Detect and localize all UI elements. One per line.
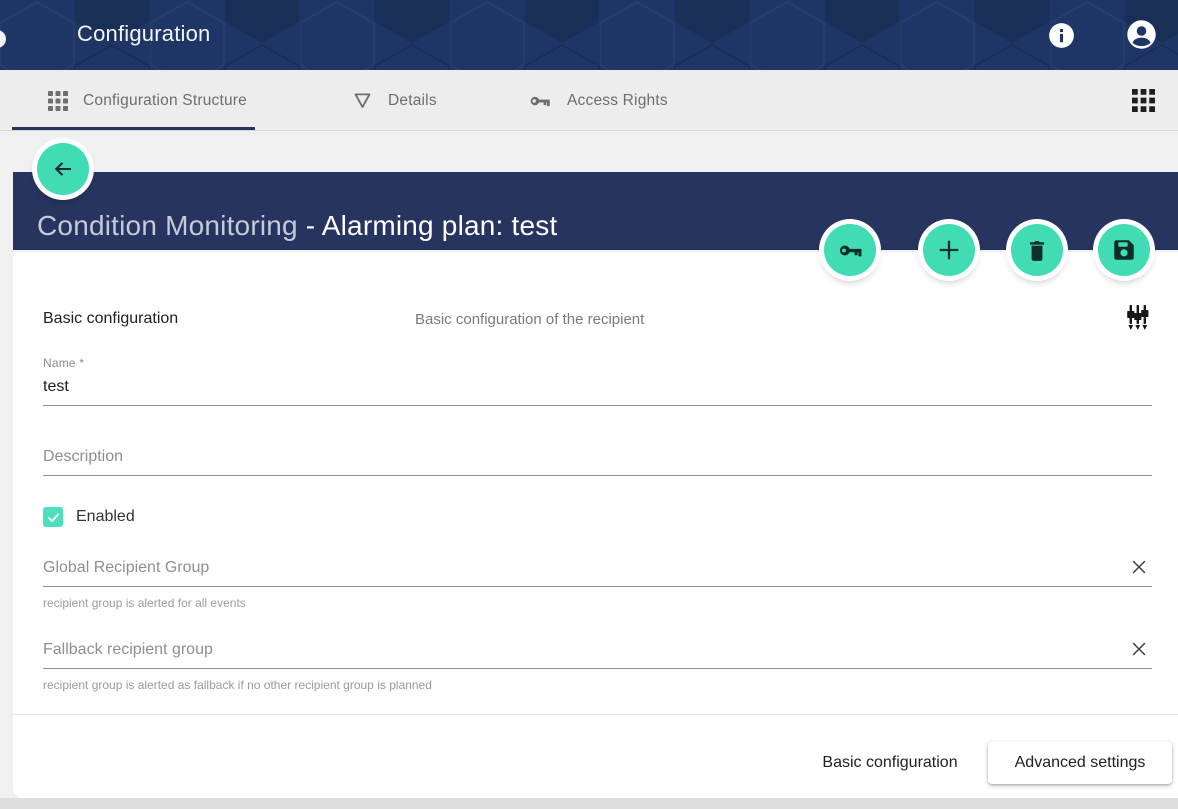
enabled-label: Enabled <box>76 508 135 526</box>
description-input[interactable] <box>43 448 1152 475</box>
global-recipient-group-input[interactable] <box>43 559 1122 586</box>
advanced-settings-button[interactable]: Advanced settings <box>988 741 1172 784</box>
info-button[interactable] <box>1048 22 1075 49</box>
configuration-card: Basic configuration Basic configuration … <box>13 252 1178 798</box>
key-icon <box>528 89 552 113</box>
tab-bar: Configuration Structure Details Access R… <box>0 70 1178 131</box>
apps-icon <box>1132 89 1155 112</box>
triangle-filter-icon <box>352 90 373 111</box>
fallback-recipient-group-field <box>43 640 1152 669</box>
grid-icon <box>48 91 68 111</box>
account-icon <box>1126 19 1157 50</box>
account-button[interactable] <box>1126 19 1157 50</box>
enabled-checkbox[interactable] <box>43 507 63 527</box>
section-header-band: Condition Monitoring - Alarming plan: te… <box>13 172 1178 250</box>
section-subtitle: Basic configuration of the recipient <box>415 311 644 328</box>
enabled-row: Enabled <box>43 507 135 527</box>
bottom-background-strip <box>0 798 1178 809</box>
tune-icon <box>1125 304 1150 331</box>
tab-details[interactable]: Details <box>352 70 437 131</box>
fallback-recipient-group-input[interactable] <box>43 641 1122 668</box>
active-tab-indicator <box>12 127 255 130</box>
basic-configuration-button[interactable]: Basic configuration <box>807 741 973 784</box>
fallback-recipient-group-helper: recipient group is alerted as fallback i… <box>43 678 432 692</box>
context-title-text: - Alarming plan: test <box>298 210 558 241</box>
advanced-filter-button[interactable] <box>1125 304 1150 331</box>
name-field-label: Name * <box>43 356 84 370</box>
add-fab[interactable] <box>923 224 975 276</box>
global-recipient-group-helper: recipient group is alerted for all event… <box>43 596 246 610</box>
save-icon <box>1111 237 1137 263</box>
delete-icon <box>1024 237 1050 263</box>
clear-icon[interactable] <box>1130 640 1148 658</box>
tab-label: Configuration Structure <box>83 92 247 110</box>
footer-divider <box>13 714 1178 715</box>
info-icon <box>1048 22 1075 49</box>
page-title: Configuration <box>77 21 210 47</box>
section-title: Basic configuration <box>43 310 178 328</box>
name-field <box>43 378 1152 406</box>
description-field <box>43 448 1152 476</box>
check-icon <box>46 510 61 525</box>
tab-label: Access Rights <box>567 92 668 110</box>
save-fab[interactable] <box>1098 224 1150 276</box>
clear-icon[interactable] <box>1130 558 1148 576</box>
global-recipient-group-field <box>43 558 1152 587</box>
key-icon <box>837 237 864 264</box>
back-arrow-icon <box>51 157 75 181</box>
section-header-title: Condition Monitoring - Alarming plan: te… <box>37 210 557 242</box>
access-rights-fab[interactable] <box>824 224 876 276</box>
add-icon <box>934 235 964 265</box>
name-input[interactable] <box>43 378 1152 405</box>
delete-fab[interactable] <box>1011 224 1063 276</box>
tab-configuration-structure[interactable]: Configuration Structure <box>48 70 247 131</box>
back-button[interactable] <box>37 143 89 195</box>
tab-access-rights[interactable]: Access Rights <box>528 70 668 131</box>
tab-label: Details <box>388 92 437 110</box>
app-name-text: Condition Monitoring <box>37 210 298 241</box>
top-app-bar: Configuration <box>0 0 1178 70</box>
apps-menu-button[interactable] <box>1132 89 1155 112</box>
